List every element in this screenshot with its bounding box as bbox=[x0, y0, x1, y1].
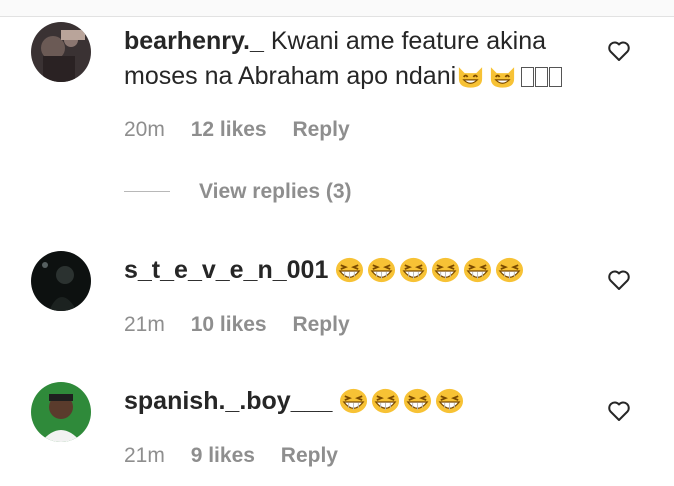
avatar[interactable] bbox=[31, 382, 91, 442]
comment-meta: 20m 12 likes Reply bbox=[124, 118, 370, 142]
comment-likes[interactable]: 10 likes bbox=[191, 313, 267, 336]
missing-glyph bbox=[549, 66, 563, 87]
comment-emoji bbox=[335, 254, 527, 289]
grinning-squinting-face-emoji bbox=[404, 388, 432, 413]
avatar[interactable] bbox=[31, 22, 91, 82]
avatar[interactable] bbox=[31, 251, 91, 311]
top-divider bbox=[0, 0, 674, 17]
cat-laughing-emoji bbox=[459, 67, 483, 88]
comment-username[interactable]: s_t_e_v_e_n_001 bbox=[124, 256, 328, 284]
grinning-squinting-face-emoji bbox=[372, 388, 400, 413]
cat-laughing-emoji bbox=[491, 67, 515, 88]
comment-emoji bbox=[339, 385, 467, 420]
grinning-squinting-face-emoji bbox=[432, 257, 460, 282]
comment-time: 21m bbox=[124, 444, 165, 467]
grinning-squinting-face-emoji bbox=[368, 257, 396, 282]
comment-time: 21m bbox=[124, 313, 165, 336]
grinning-squinting-face-emoji bbox=[336, 257, 364, 282]
comment-username[interactable]: spanish._.boy___ bbox=[124, 387, 332, 415]
comment-time: 20m bbox=[124, 118, 165, 141]
reply-button[interactable]: Reply bbox=[292, 313, 349, 336]
missing-glyph bbox=[535, 66, 549, 87]
grinning-squinting-face-emoji bbox=[496, 257, 524, 282]
grinning-squinting-face-emoji bbox=[400, 257, 428, 282]
grinning-squinting-face-emoji bbox=[436, 388, 464, 413]
comment-body: bearhenry._ Kwani ame feature akina mose… bbox=[124, 24, 594, 95]
comment-body: s_t_e_v_e_n_001 bbox=[124, 253, 594, 289]
heart-outline-icon[interactable] bbox=[607, 400, 631, 422]
comment-username[interactable]: bearhenry._ bbox=[124, 27, 264, 55]
comment-likes[interactable]: 12 likes bbox=[191, 118, 267, 141]
reply-button[interactable]: Reply bbox=[292, 118, 349, 141]
reply-button[interactable]: Reply bbox=[281, 444, 338, 467]
view-replies-line bbox=[124, 191, 170, 192]
view-replies-button[interactable]: View replies (3) bbox=[199, 180, 352, 204]
heart-outline-icon[interactable] bbox=[607, 40, 631, 62]
comment-likes[interactable]: 9 likes bbox=[191, 444, 255, 467]
comment-meta: 21m 10 likes Reply bbox=[124, 313, 370, 337]
heart-outline-icon[interactable] bbox=[607, 269, 631, 291]
comment-emoji bbox=[456, 60, 563, 95]
comment-body: spanish._.boy___ bbox=[124, 384, 594, 420]
missing-glyph bbox=[521, 66, 535, 87]
comment-meta: 21m 9 likes Reply bbox=[124, 444, 358, 468]
grinning-squinting-face-emoji bbox=[340, 388, 368, 413]
grinning-squinting-face-emoji bbox=[464, 257, 492, 282]
